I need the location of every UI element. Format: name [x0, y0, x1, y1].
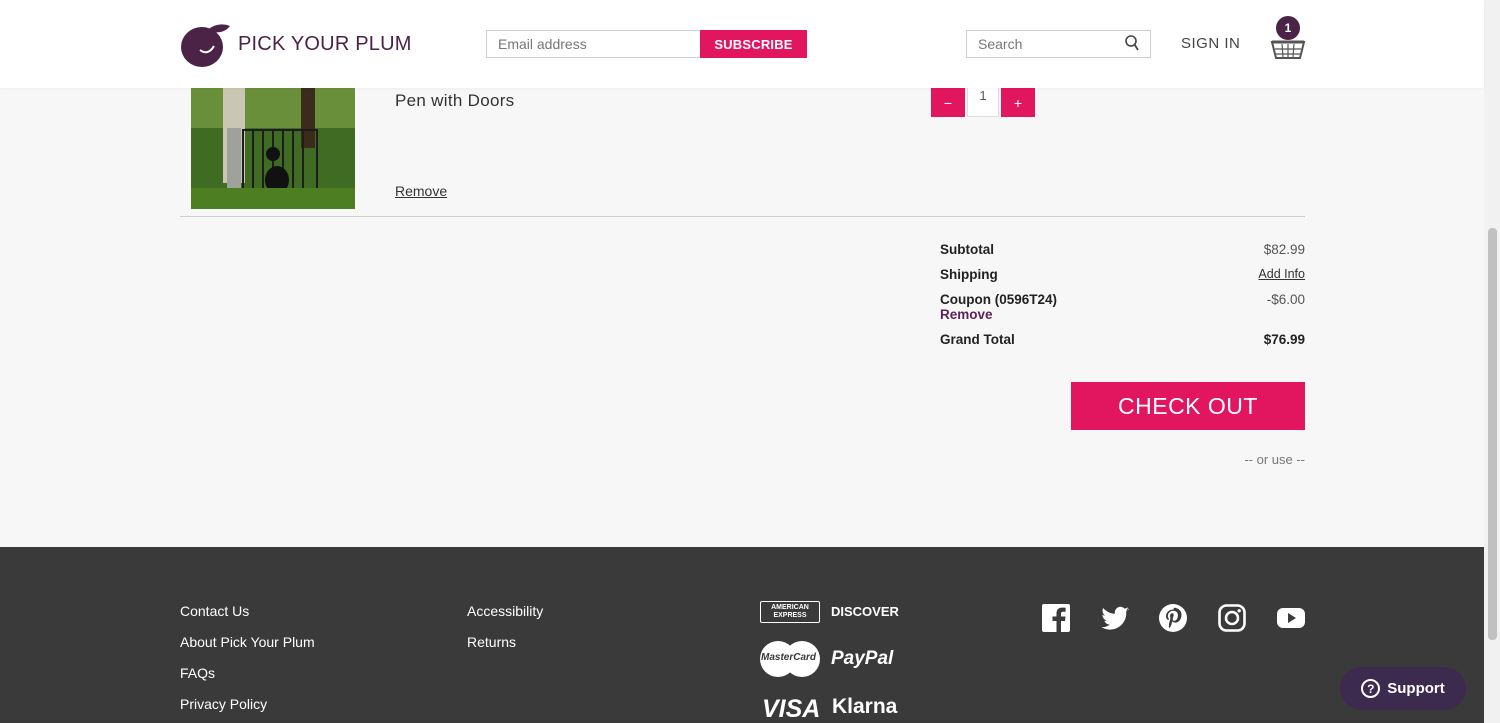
paypal-logo: PayPal [831, 648, 894, 669]
help-icon: ? [1361, 679, 1381, 698]
twitter-icon[interactable] [1100, 603, 1130, 633]
subtotal-label: Subtotal [940, 242, 994, 257]
footer-link-returns[interactable]: Returns [467, 634, 516, 650]
footer-link-contact[interactable]: Contact Us [180, 603, 249, 619]
visa-logo: VISA [762, 695, 821, 723]
quantity-input[interactable]: 1 [967, 88, 999, 117]
checkout-button[interactable]: CHECK OUT [1071, 382, 1305, 430]
discover-logo: DISCOVER [831, 604, 899, 619]
subtotal-row: Subtotal $82.99 [940, 242, 1305, 267]
klarna-logo: Klarna [832, 695, 898, 718]
coupon-label: Coupon (0596T24) [940, 292, 1058, 307]
pinterest-icon[interactable] [1158, 603, 1188, 633]
page-scrollbar[interactable] [1484, 0, 1500, 723]
order-summary: Subtotal $82.99 Shipping Add Info Coupon… [940, 242, 1305, 357]
footer-link-accessibility[interactable]: Accessibility [467, 603, 543, 619]
remove-item-link[interactable]: Remove [395, 183, 447, 199]
footer-link-faqs[interactable]: FAQs [180, 665, 215, 681]
grand-total-value: $76.99 [1263, 332, 1305, 347]
add-shipping-info-link[interactable]: Add Info [1258, 267, 1305, 281]
or-use-text: -- or use -- [1244, 452, 1305, 467]
footer-link-privacy[interactable]: Privacy Policy [180, 696, 267, 712]
brand-name: PICK YOUR PLUM [238, 32, 412, 55]
email-field[interactable] [486, 30, 700, 58]
grand-total-row: Grand Total $76.99 [940, 332, 1305, 357]
facebook-icon[interactable] [1041, 603, 1071, 633]
subscribe-button[interactable]: SUBSCRIBE [700, 30, 807, 58]
cart-button[interactable]: 1 [1270, 16, 1306, 62]
coupon-row: Coupon (0596T24) -$6.00 Remove [940, 292, 1305, 332]
support-label: Support [1387, 680, 1445, 697]
search-box [966, 30, 1151, 58]
instagram-icon[interactable] [1217, 603, 1247, 633]
amex-logo: AMERICAN EXPRESS [760, 601, 820, 623]
support-button[interactable]: ? Support [1340, 667, 1466, 710]
product-image[interactable] [191, 88, 355, 209]
decrease-quantity-button[interactable]: − [931, 88, 965, 117]
search-input[interactable] [967, 31, 1117, 57]
plum-logo-icon [180, 20, 232, 68]
coupon-value: -$6.00 [1266, 292, 1305, 307]
site-header: PICK YOUR PLUM SUBSCRIBE SIGN IN 1 [0, 0, 1484, 88]
quantity-stepper: − 1 + [931, 88, 1035, 117]
footer-link-about[interactable]: About Pick Your Plum [180, 634, 315, 650]
subtotal-value: $82.99 [1263, 242, 1305, 257]
cart-count-badge: 1 [1276, 16, 1300, 40]
shipping-label: Shipping [940, 267, 998, 282]
shipping-row: Shipping Add Info [940, 267, 1305, 292]
scrollbar-thumb[interactable] [1488, 228, 1497, 640]
logo[interactable]: PICK YOUR PLUM [180, 20, 412, 68]
increase-quantity-button[interactable]: + [1001, 88, 1035, 117]
subscribe-form: SUBSCRIBE [486, 30, 807, 58]
remove-coupon-link[interactable]: Remove [940, 307, 993, 322]
youtube-icon[interactable] [1276, 603, 1306, 633]
search-icon[interactable] [1124, 35, 1140, 53]
product-title[interactable]: Pen with Doors [395, 91, 514, 111]
site-footer: Contact Us About Pick Your Plum FAQs Pri… [0, 547, 1484, 723]
divider [180, 216, 1305, 217]
grand-total-label: Grand Total [940, 332, 1015, 347]
sign-in-link[interactable]: SIGN IN [1181, 35, 1240, 52]
mastercard-logo: MasterCard [759, 640, 821, 678]
